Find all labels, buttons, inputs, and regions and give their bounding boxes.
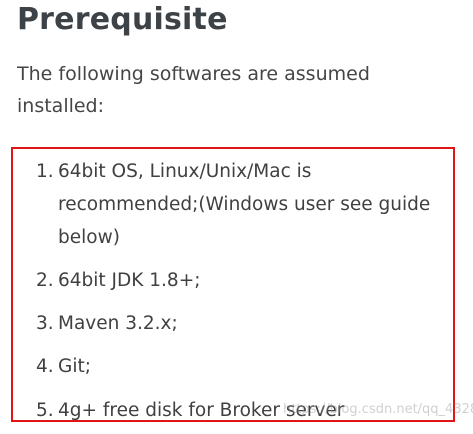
list-item-text: 64bit JDK 1.8+; [58,270,201,291]
list-item-number: 3. [36,313,54,334]
intro-paragraph: The following softwares are assumed inst… [17,63,370,117]
list-item-number: 2. [36,270,54,291]
highlight-box: 1. 64bit OS, Linux/Unix/Mac is recommend… [11,147,455,422]
watermark: https://blog.csdn.net/qq_43284469 [283,402,473,417]
page-title: Prerequisite [17,2,228,37]
list-item-text: Git; [58,356,91,377]
list-item-number: 4. [36,356,54,377]
list-item-number: 5. [36,400,54,421]
list-item-text: 64bit OS, Linux/Unix/Mac is recommended;… [58,161,431,248]
list-item-text: Maven 3.2.x; [58,313,178,334]
list-item-number: 1. [36,161,54,182]
